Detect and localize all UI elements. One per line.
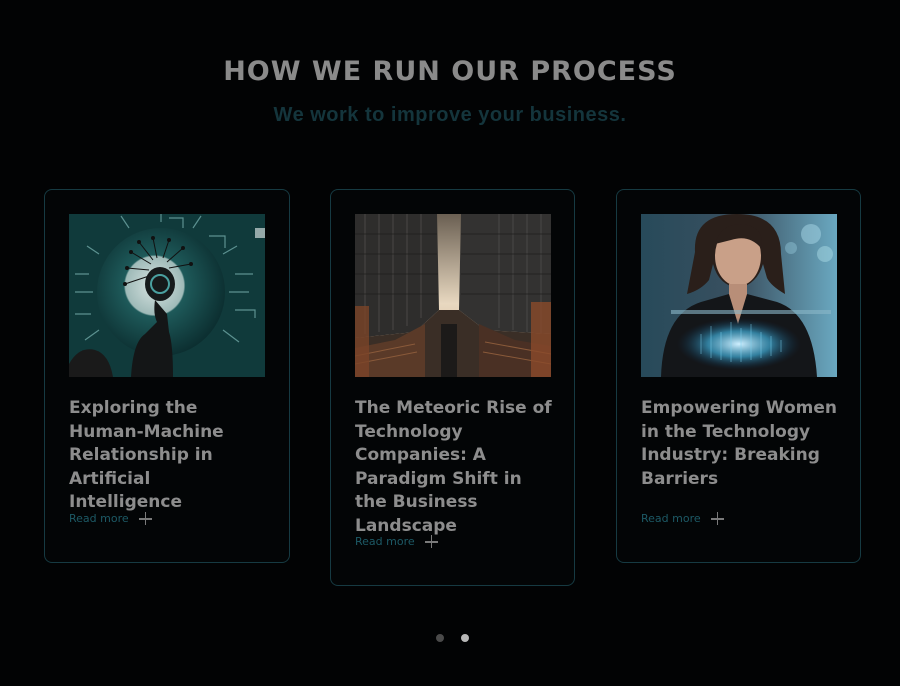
read-more-link[interactable]: Read more — [69, 512, 152, 525]
pagination-dot-1[interactable] — [436, 634, 444, 642]
blog-card-3: Empowering Women in the Technology Indus… — [616, 189, 861, 563]
pagination-dot-2[interactable] — [461, 634, 469, 642]
plus-icon[interactable] — [138, 512, 152, 525]
read-more-label[interactable]: Read more — [355, 535, 415, 548]
section-subtitle: We work to improve your business. — [273, 104, 627, 126]
section-title: HOW WE RUN OUR PROCESS — [223, 56, 677, 87]
read-more-link[interactable]: Read more — [641, 512, 724, 525]
blog-card-1: Exploring the Human-Machine Relationship… — [44, 189, 290, 563]
plus-icon[interactable] — [710, 512, 724, 525]
read-more-link[interactable]: Read more — [355, 535, 438, 548]
card-title[interactable]: Empowering Women in the Technology Indus… — [641, 397, 841, 491]
blog-card-2: The Meteoric Rise of Technology Companie… — [330, 189, 575, 586]
card-image-skyscrapers[interactable] — [355, 214, 551, 377]
card-title[interactable]: The Meteoric Rise of Technology Companie… — [355, 397, 555, 538]
card-title[interactable]: Exploring the Human-Machine Relationship… — [69, 397, 269, 515]
card-image-robot[interactable] — [69, 214, 265, 377]
card-image-woman-tech[interactable] — [641, 214, 837, 377]
read-more-label[interactable]: Read more — [69, 512, 129, 525]
read-more-label[interactable]: Read more — [641, 512, 701, 525]
carousel-pagination — [436, 634, 469, 642]
plus-icon[interactable] — [424, 535, 438, 548]
